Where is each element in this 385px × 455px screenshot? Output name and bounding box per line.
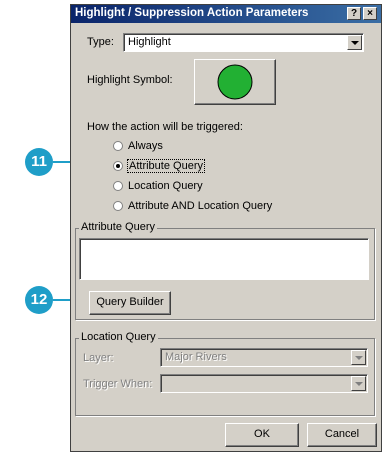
type-dropdown-arrow[interactable]: [347, 35, 362, 50]
ok-button[interactable]: OK: [225, 423, 299, 447]
radio-location-query-label: Location Query: [128, 180, 203, 192]
chevron-down-icon: [351, 41, 359, 45]
radio-circle[interactable]: [113, 181, 123, 191]
layer-label: Layer:: [83, 352, 114, 364]
attribute-query-textbox[interactable]: [79, 238, 369, 280]
dialog-title: Highlight / Suppression Action Parameter…: [75, 7, 309, 19]
attribute-query-group-label: Attribute Query: [79, 221, 157, 233]
type-label: Type:: [87, 36, 114, 48]
highlight-symbol-button[interactable]: [194, 59, 276, 105]
radio-location-query[interactable]: Location Query: [113, 180, 313, 194]
trigger-heading: How the action will be triggered:: [87, 121, 243, 133]
location-query-group-label: Location Query: [79, 331, 158, 343]
radio-circle-selected[interactable]: [113, 161, 123, 171]
symbol-preview: [217, 64, 253, 100]
trigger-when-dropdown[interactable]: [160, 374, 368, 393]
chevron-down-icon: [355, 382, 363, 386]
cancel-button[interactable]: Cancel: [307, 423, 377, 447]
radio-attribute-and-location-label: Attribute AND Location Query: [128, 200, 273, 212]
trigger-when-label: Trigger When:: [83, 378, 153, 390]
query-builder-button[interactable]: Query Builder: [89, 291, 171, 315]
layer-dropdown-arrow[interactable]: [351, 350, 366, 365]
layer-dropdown-value: Major Rivers: [165, 351, 227, 363]
layer-dropdown[interactable]: Major Rivers: [160, 348, 368, 367]
trigger-when-dropdown-arrow[interactable]: [351, 376, 366, 391]
chevron-down-icon: [355, 356, 363, 360]
title-bar[interactable]: Highlight / Suppression Action Parameter…: [71, 5, 381, 23]
help-button[interactable]: ?: [347, 7, 361, 20]
radio-always-label: Always: [128, 140, 163, 152]
type-dropdown-value: Highlight: [128, 36, 171, 48]
callout-12: 12: [25, 286, 53, 314]
radio-attribute-query-label: Attribute Query: [127, 159, 205, 173]
highlight-symbol-label: Highlight Symbol:: [87, 74, 173, 86]
radio-circle[interactable]: [113, 201, 123, 211]
type-dropdown[interactable]: Highlight: [123, 33, 364, 52]
radio-attribute-query[interactable]: Attribute Query: [113, 159, 313, 174]
action-parameters-dialog: Highlight / Suppression Action Parameter…: [70, 4, 382, 452]
close-button[interactable]: ×: [363, 7, 377, 20]
radio-always[interactable]: Always: [113, 140, 313, 154]
radio-attribute-and-location-query[interactable]: Attribute AND Location Query: [113, 200, 333, 214]
radio-circle[interactable]: [113, 141, 123, 151]
callout-11: 11: [25, 148, 53, 176]
